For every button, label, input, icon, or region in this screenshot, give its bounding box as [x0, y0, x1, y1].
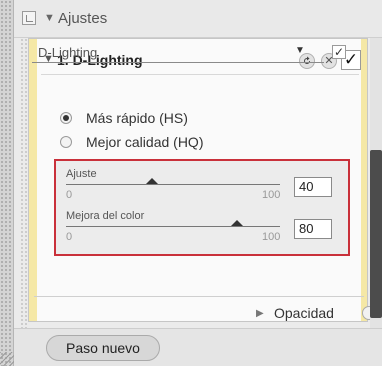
triangle-down-icon[interactable]: ▼ — [44, 12, 55, 24]
slider-amount-track[interactable] — [66, 184, 280, 185]
adjustments-window: ▼ Ajustes ▼ 1. D-Lighting ✕ ✓ D-Lighting… — [0, 0, 382, 366]
triangle-right-icon[interactable]: ▶ — [256, 308, 264, 319]
slider-color-max: 100 — [262, 231, 281, 243]
method-dropdown[interactable]: D-Lighting ▼ — [32, 41, 324, 63]
slider-amount-max: 100 — [262, 189, 281, 201]
slider-amount-min: 0 — [66, 189, 73, 201]
slider-color-thumb[interactable] — [231, 220, 244, 226]
method-dropdown-value: D-Lighting — [38, 45, 98, 60]
radio-quality-label: Mejor calidad (HQ) — [86, 134, 204, 150]
footer-bar: Paso nuevo — [14, 328, 382, 366]
radio-fast-button[interactable] — [60, 112, 72, 124]
dotted-divider — [20, 38, 28, 328]
new-step-button[interactable]: Paso nuevo — [46, 335, 160, 361]
panel-accent-left — [29, 39, 37, 321]
slider-amount-thumb[interactable] — [145, 178, 158, 184]
panel-toggle-icon[interactable] — [22, 11, 36, 25]
panel-gripper[interactable] — [0, 0, 14, 366]
radio-quality-button[interactable] — [60, 136, 72, 148]
panel-accent-right — [361, 39, 367, 321]
color-input[interactable]: 80 — [294, 219, 332, 239]
scrollbar-thumb[interactable] — [370, 150, 382, 318]
slider-group-highlight: Ajuste 0 100 40 Mejora del color 0 100 8… — [54, 159, 350, 256]
vertical-scrollbar[interactable] — [370, 38, 382, 328]
slider-color-label: Mejora del color — [66, 210, 145, 222]
dropdown-apply-checkbox[interactable]: ✓ — [332, 45, 346, 59]
adjustments-header[interactable]: ▼ Ajustes — [14, 0, 382, 38]
amount-input[interactable]: 40 — [294, 177, 332, 197]
resize-corner-icon[interactable] — [0, 352, 14, 366]
bottom-divider — [34, 296, 364, 297]
slider-color-min: 0 — [66, 231, 73, 243]
radio-fast-label: Más rápido (HS) — [86, 110, 188, 126]
chevron-down-icon[interactable]: ▼ — [295, 45, 305, 56]
slider-amount-label: Ajuste — [66, 168, 97, 180]
adjustments-title: Ajustes — [58, 10, 108, 27]
opacity-label[interactable]: Opacidad — [274, 305, 334, 321]
slider-color-track[interactable] — [66, 226, 280, 227]
